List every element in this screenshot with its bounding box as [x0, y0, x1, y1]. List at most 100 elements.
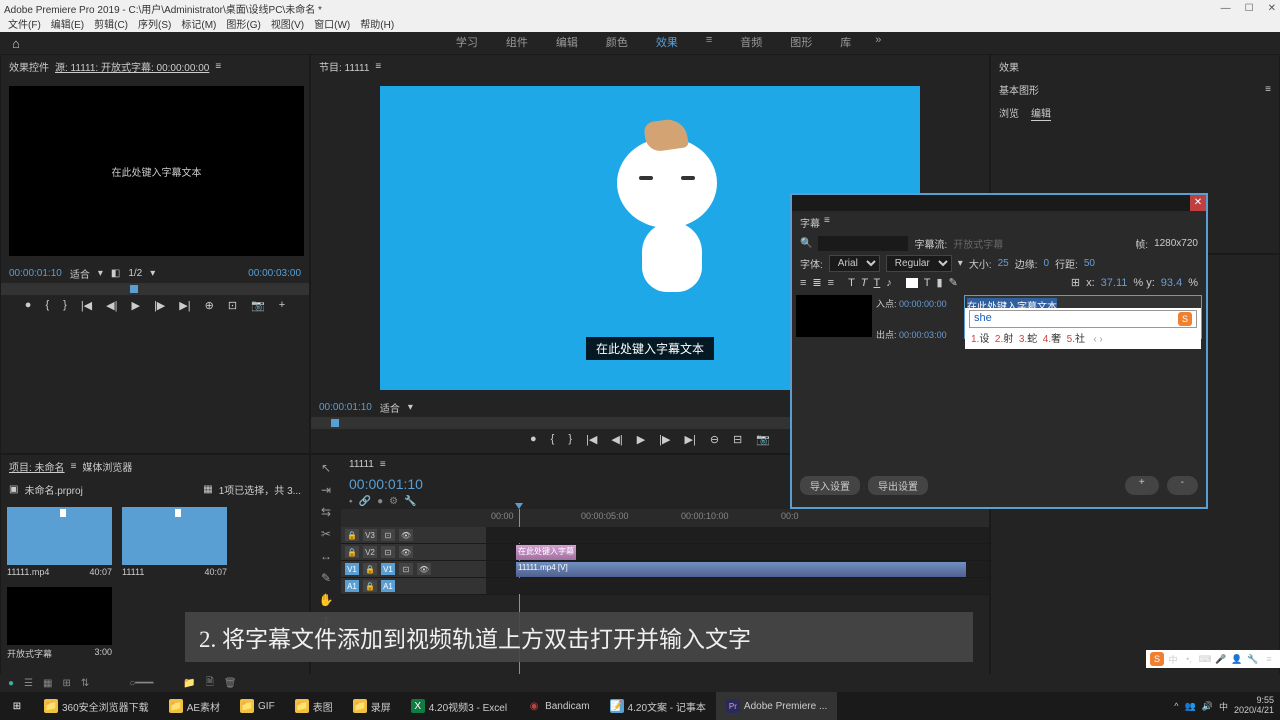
- program-tab[interactable]: 节目: 11111: [319, 59, 369, 74]
- track-source-a1[interactable]: A1: [345, 580, 359, 592]
- maximize-button[interactable]: ☐: [1245, 3, 1254, 14]
- export-frame-button[interactable]: 📷: [251, 299, 265, 312]
- bg-color-swatch[interactable]: [906, 278, 918, 288]
- zoom-slider[interactable]: ○━━━: [129, 678, 153, 689]
- extract-button[interactable]: ⊟: [733, 433, 742, 446]
- slip-tool[interactable]: ↔: [320, 549, 332, 563]
- ime-punct-icon[interactable]: •,: [1182, 652, 1196, 666]
- remove-caption-button[interactable]: -: [1167, 476, 1198, 495]
- step-forward-button[interactable]: |▶: [154, 299, 165, 312]
- program-timecode[interactable]: 00:00:01:10: [319, 402, 372, 413]
- menu-edit[interactable]: 编辑(E): [47, 16, 88, 32]
- track-sync[interactable]: ⊡: [399, 563, 413, 575]
- project-tab[interactable]: 项目: 未命名: [9, 459, 65, 474]
- effect-controls-tab[interactable]: 效果控件: [9, 59, 49, 74]
- workspace-editing[interactable]: 编辑: [542, 30, 592, 56]
- font-select[interactable]: Arial: [829, 255, 880, 272]
- ripple-tool[interactable]: ⇆: [321, 505, 331, 519]
- razor-tool[interactable]: ✂: [321, 527, 331, 541]
- track-lock[interactable]: 🔒: [345, 529, 359, 541]
- out-value[interactable]: 00:00:03:00: [899, 330, 947, 340]
- mark-in-button[interactable]: {: [551, 433, 555, 446]
- lift-button[interactable]: ⊖: [710, 433, 719, 446]
- ime-skin-icon[interactable]: 👤: [1230, 652, 1244, 666]
- export-frame-button[interactable]: 📷: [756, 433, 770, 446]
- ime-indicator-bar[interactable]: S 中 •, ⌨ 🎤 👤 🔧 ≡: [1146, 650, 1280, 668]
- new-bin-button[interactable]: 📁: [183, 678, 195, 689]
- subtitle-clip[interactable]: 在此处键入字幕: [516, 545, 576, 560]
- settings-icon[interactable]: ⚙: [389, 496, 398, 507]
- menu-window[interactable]: 窗口(W): [310, 16, 354, 32]
- mark-out-button[interactable]: }: [63, 299, 67, 312]
- tray-lang[interactable]: 中: [1219, 700, 1228, 713]
- menu-help[interactable]: 帮助(H): [356, 16, 398, 32]
- tray-clock[interactable]: 9:55 2020/4/21: [1234, 696, 1274, 716]
- sort-button[interactable]: ⇅: [81, 678, 89, 689]
- goto-in-button[interactable]: |◀: [586, 433, 597, 446]
- ime-keyboard-icon[interactable]: ⌨: [1198, 652, 1212, 666]
- menu-file[interactable]: 文件(F): [4, 16, 45, 32]
- align-left-button[interactable]: ≡: [800, 277, 806, 289]
- list-view-button[interactable]: ☰: [24, 678, 33, 689]
- goto-out-button[interactable]: ▶|: [685, 433, 696, 446]
- minimize-button[interactable]: —: [1221, 3, 1231, 14]
- bold-button[interactable]: T: [848, 277, 855, 289]
- mark-out-button[interactable]: }: [568, 433, 572, 446]
- track-target[interactable]: V1: [381, 563, 395, 575]
- linked-selection-toggle[interactable]: 🔗: [359, 496, 371, 507]
- eyedropper-icon[interactable]: ✎: [949, 276, 958, 289]
- in-value[interactable]: 00:00:00:00: [899, 299, 947, 309]
- track-sync[interactable]: ⊡: [381, 546, 395, 558]
- panel-menu-icon[interactable]: ≡: [1265, 84, 1271, 95]
- taskbar-item[interactable]: ◉Bandicam: [517, 692, 599, 720]
- snap-toggle[interactable]: ⬩: [349, 496, 353, 507]
- caption-text-input[interactable]: 在此处键入字幕文本 sheS 1.设 2.射 3.蛇 4.奢 5.社 ‹ ›: [964, 295, 1202, 339]
- ime-lang[interactable]: 中: [1166, 652, 1180, 666]
- video-clip[interactable]: 11111.mp4 [V]: [516, 562, 966, 577]
- add-marker-button[interactable]: ●: [530, 433, 537, 446]
- play-button[interactable]: ▶: [131, 299, 139, 312]
- track-visibility[interactable]: 👁: [399, 529, 413, 541]
- step-back-button[interactable]: ◀|: [106, 299, 117, 312]
- menu-sequence[interactable]: 序列(S): [134, 16, 175, 32]
- menu-graphics[interactable]: 图形(G): [222, 16, 264, 32]
- essential-graphics-tab[interactable]: 基本图形: [999, 82, 1039, 97]
- selection-tool[interactable]: ↖: [321, 461, 331, 475]
- workspace-assembly[interactable]: 组件: [492, 30, 542, 56]
- project-item[interactable]: 11111.mp440:07: [7, 507, 112, 577]
- taskbar-item[interactable]: 📁AE素材: [159, 692, 230, 720]
- hand-tool[interactable]: ✋: [319, 593, 334, 607]
- home-icon[interactable]: ⌂: [0, 36, 32, 51]
- workspace-overflow[interactable]: »: [865, 30, 891, 56]
- taskbar-item[interactable]: 📝4.20文案 - 记事本: [600, 692, 716, 720]
- caption-search-input[interactable]: [818, 236, 908, 251]
- tray-volume-icon[interactable]: 🔊: [1202, 701, 1213, 712]
- taskbar-item[interactable]: 📁表图: [285, 692, 343, 720]
- goto-in-button[interactable]: |◀: [81, 299, 92, 312]
- new-item-button[interactable]: 🗎: [206, 675, 214, 692]
- ime-tool-icon[interactable]: 🔧: [1246, 652, 1260, 666]
- overwrite-button[interactable]: ⊡: [228, 299, 237, 312]
- panel-menu-icon[interactable]: ≡: [380, 459, 386, 470]
- stream-value[interactable]: 开放式字幕: [953, 236, 1003, 251]
- pen-tool[interactable]: ✎: [321, 571, 331, 585]
- program-scrubber[interactable]: [331, 419, 339, 427]
- ime-menu-icon[interactable]: ≡: [1262, 652, 1276, 666]
- source-res-icon[interactable]: ◧: [111, 268, 120, 279]
- weight-select[interactable]: Regular: [886, 255, 952, 272]
- workspace-library[interactable]: 库: [826, 30, 865, 56]
- x-value[interactable]: 37.11: [1101, 277, 1128, 289]
- source-timecode[interactable]: 00:00:01:10: [9, 268, 62, 279]
- add-button[interactable]: +: [279, 299, 285, 312]
- track-target[interactable]: V3: [363, 529, 377, 541]
- import-settings-button[interactable]: 导入设置: [800, 476, 860, 495]
- track-sync[interactable]: ⊡: [381, 529, 395, 541]
- project-item[interactable]: 1111140:07: [122, 507, 227, 577]
- text-color-button[interactable]: T: [924, 277, 931, 289]
- track-lock[interactable]: 🔒: [345, 546, 359, 558]
- track-lock[interactable]: 🔒: [363, 580, 377, 592]
- add-marker-button[interactable]: ●: [25, 299, 32, 312]
- media-browser-tab[interactable]: 媒体浏览器: [82, 459, 132, 474]
- track-select-tool[interactable]: ⇥: [321, 483, 331, 497]
- egp-browse-tab[interactable]: 浏览: [999, 105, 1019, 121]
